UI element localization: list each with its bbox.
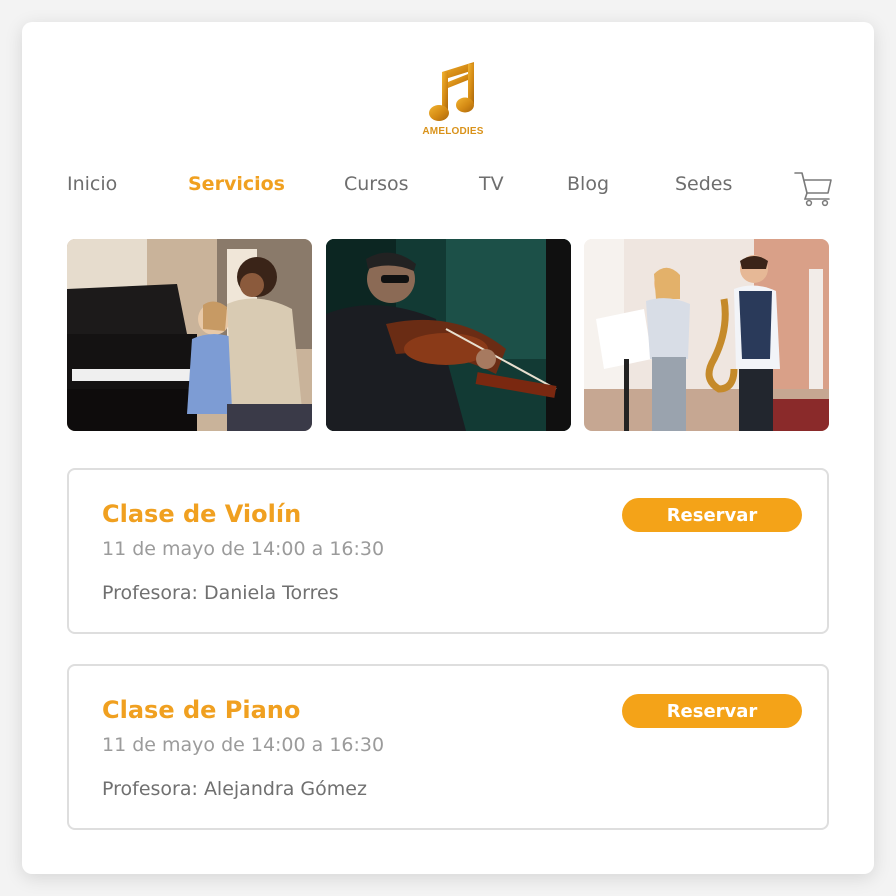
photo-saxophone-lesson[interactable]: [584, 239, 829, 431]
nav-item-tv[interactable]: TV: [479, 173, 504, 195]
class-date: 11 de mayo de 14:00 a 16:30: [102, 734, 385, 756]
nav-item-sedes[interactable]: Sedes: [675, 173, 732, 195]
class-title: Clase de Violín: [102, 500, 302, 528]
class-teacher: Profesora: Daniela Torres: [102, 582, 339, 604]
reserve-button[interactable]: Reservar: [622, 498, 802, 532]
app-page: AMELODIES Inicio Servicios Cursos TV Blo…: [22, 22, 874, 874]
main-nav: Inicio Servicios Cursos TV Blog Sedes: [67, 173, 837, 203]
cart-icon: [794, 172, 832, 207]
music-note-icon: [429, 62, 474, 121]
nav-item-inicio[interactable]: Inicio: [67, 173, 117, 195]
class-teacher: Profesora: Alejandra Gómez: [102, 778, 367, 800]
brand-logo[interactable]: AMELODIES: [417, 60, 489, 142]
class-date: 11 de mayo de 14:00 a 16:30: [102, 538, 385, 560]
reserve-button[interactable]: Reservar: [622, 694, 802, 728]
class-card: Clase de Violín 11 de mayo de 14:00 a 16…: [67, 468, 829, 634]
photo-piano-lesson[interactable]: [67, 239, 312, 431]
cart-button[interactable]: [793, 169, 833, 207]
brand-name: AMELODIES: [422, 126, 484, 137]
class-title: Clase de Piano: [102, 696, 301, 724]
photo-violinist[interactable]: [326, 239, 571, 431]
nav-item-servicios[interactable]: Servicios: [188, 173, 285, 195]
nav-item-blog[interactable]: Blog: [567, 173, 609, 195]
nav-item-cursos[interactable]: Cursos: [344, 173, 409, 195]
class-card: Clase de Piano 11 de mayo de 14:00 a 16:…: [67, 664, 829, 830]
